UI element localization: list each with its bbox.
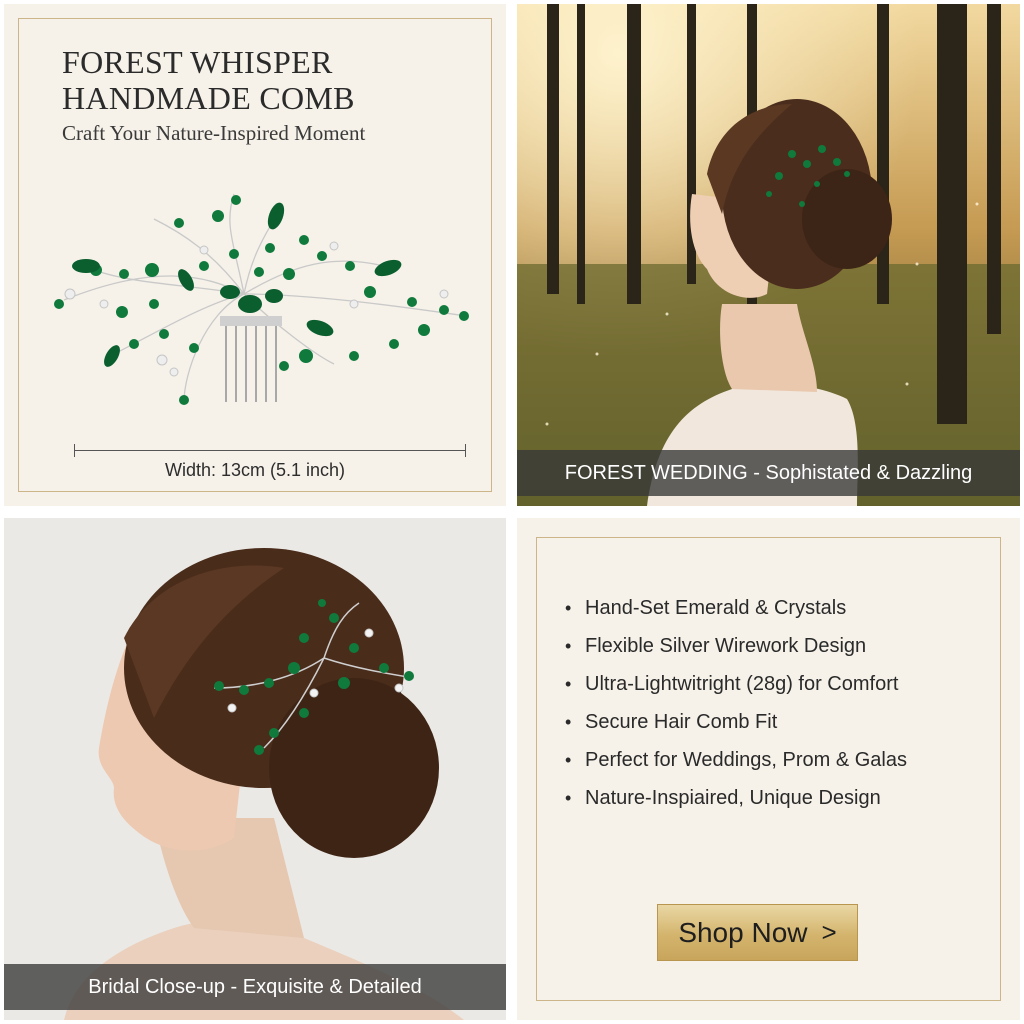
forest-wedding-photo (517, 4, 1020, 506)
feature-text: Nature-Inspiaired, Unique Design (585, 787, 881, 809)
feature-item: • Perfect for Weddings, Prom & Galas (565, 745, 907, 783)
bullet-icon: • (565, 750, 572, 770)
feature-text: Secure Hair Comb Fit (585, 711, 778, 733)
chevron-right-icon: > (821, 917, 837, 947)
feature-text: Flexible Silver Wirework Design (585, 635, 867, 657)
shop-now-label: Shop Now (678, 916, 808, 948)
width-label: Width: 13cm (5.1 inch) (164, 460, 346, 480)
hair-comb-image (54, 193, 469, 405)
feature-item: • Hand-Set Emerald & Crystals (565, 593, 907, 631)
feature-text: Hand-Set Emerald & Crystals (585, 597, 847, 619)
features-panel: • Hand-Set Emerald & Crystals • Flexible S… (517, 518, 1020, 1020)
bullet-icon: • (565, 788, 572, 808)
feature-item: • Flexible Silver Wirework Design (565, 631, 907, 669)
forest-wedding-caption: FOREST WEDDING - Sophistated & Dazzling (517, 450, 1020, 496)
dimension-tick-left (74, 444, 75, 457)
bridal-closeup-panel: Bridal Close-up - Exquisite & Detailed (4, 518, 506, 1020)
feature-item: • Secure Hair Comb Fit (565, 707, 907, 745)
product-panel: FOREST WHISPER HANDMADE COMB Craft Your … (4, 4, 506, 506)
bullet-icon: • (565, 712, 572, 732)
dimension-tick-right (465, 444, 466, 457)
forest-wedding-panel: FOREST WEDDING - Sophistated & Dazzling (517, 4, 1020, 506)
bullet-icon: • (565, 598, 572, 618)
feature-list: • Hand-Set Emerald & Crystals • Flexible S… (565, 593, 907, 821)
width-dimension-line (74, 450, 466, 451)
bullet-icon: • (565, 636, 572, 656)
bridal-closeup-photo (4, 518, 506, 1020)
feature-item: • Ultra-Lightwitright (28g) for Comfort (565, 669, 907, 707)
bullet-icon: • (565, 674, 572, 694)
feature-text: Perfect for Weddings, Prom & Galas (585, 749, 907, 771)
bridal-closeup-caption: Bridal Close-up - Exquisite & Detailed (4, 964, 506, 1010)
feature-text: Ultra-Lightwitright (28g) for Comfort (585, 673, 899, 695)
feature-item: • Nature-Inspiaired, Unique Design (565, 783, 907, 821)
shop-now-button[interactable]: Shop Now > (657, 904, 858, 961)
